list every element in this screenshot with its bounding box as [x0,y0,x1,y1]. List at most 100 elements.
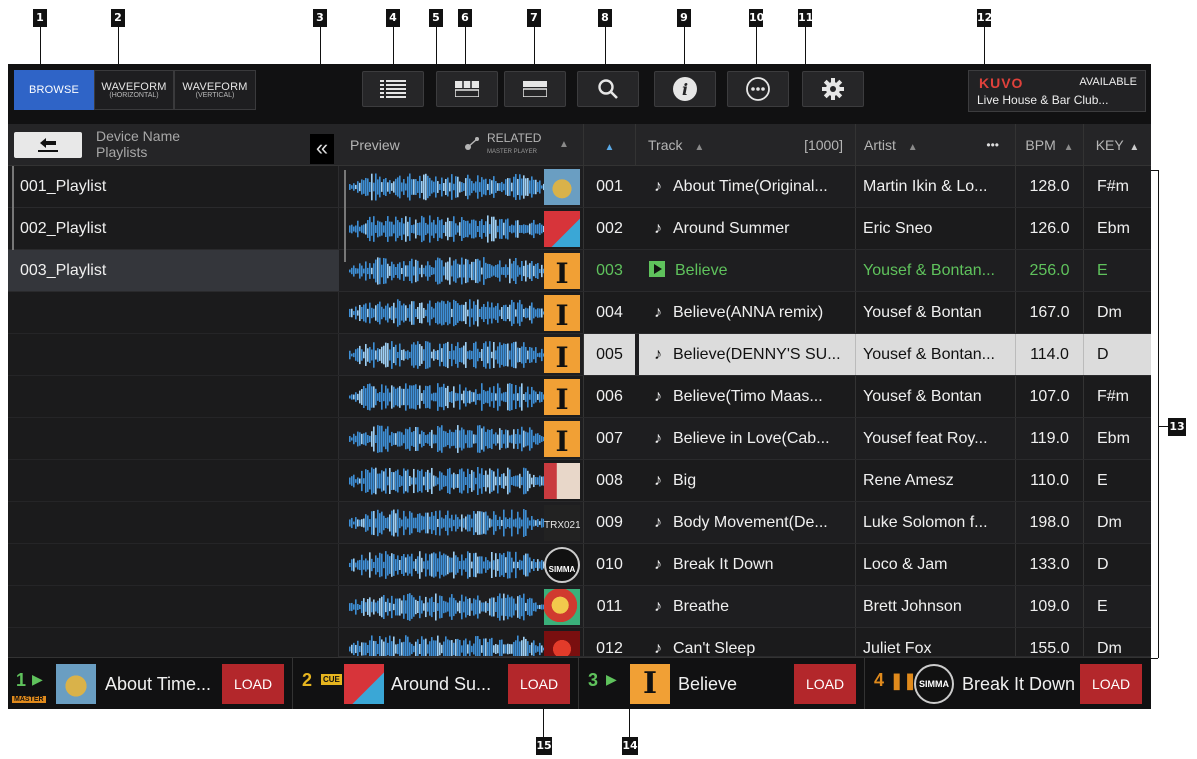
waveform-bar [441,348,443,362]
waveform-bar [355,184,357,190]
preview-waveform[interactable] [349,508,544,538]
waveform-bar [509,258,511,284]
waveform-bar [515,385,517,409]
preview-waveform[interactable] [349,298,544,328]
waveform-bar [535,263,537,279]
split-view-button[interactable] [436,71,498,107]
track-row[interactable]: I 007 ♪ Believe in Love(Cab... Yousef fea… [339,418,1151,460]
waveform-bar [517,302,519,324]
info-button[interactable]: i [654,71,716,107]
kuvo-status-panel[interactable]: KUVO AVAILABLE Live House & Bar Club... [968,70,1146,112]
waveform-bar [353,394,355,400]
related-column-header[interactable]: RELATED MASTER PLAYER ▲ [465,124,575,166]
waveform-bar [369,263,371,279]
waveform-bar [437,635,439,656]
track-row[interactable]: 011 ♪ Breathe Brett Johnson 109.0 E [339,586,1151,628]
waveform-bar [515,220,517,238]
track-row[interactable]: 002 ♪ Around Summer Eric Sneo 126.0 Ebm [339,208,1151,250]
waveform-bar [531,429,533,449]
waveform-bar [357,348,359,362]
load-button-deck-3[interactable]: LOAD [794,664,856,704]
playlist-item[interactable]: 002_Playlist [8,208,339,250]
waveform-bar [391,641,393,656]
load-button-deck-4[interactable]: LOAD [1080,664,1142,704]
playlist-item[interactable]: 001_Playlist [8,166,339,208]
load-button-deck-2[interactable]: LOAD [508,664,570,704]
callout-13: 13 [1168,418,1186,436]
preview-waveform[interactable] [349,256,544,286]
waveform-horizontal-button[interactable]: WAVEFORM (HORIZONTAL) [94,70,174,110]
track-title-cell: ♪ Breathe [639,586,855,627]
preview-waveform[interactable] [349,340,544,370]
waveform-bar [401,432,403,446]
waveform-bar [499,260,501,282]
load-button-deck-1[interactable]: LOAD [222,664,284,704]
playlist-item-selected[interactable]: 003_Playlist [8,250,339,292]
waveform-bar [511,383,513,411]
track-row[interactable]: 001 ♪ About Time(Original... Martin Ikin … [339,166,1151,208]
preview-layout-button[interactable] [504,71,566,107]
preview-waveform[interactable] [349,382,544,412]
more-options-button[interactable] [727,71,789,107]
waveform-bar [355,599,357,615]
track-row[interactable]: SIMMA 010 ♪ Break It Down Loco & Jam 133.… [339,544,1151,586]
waveform-bar [485,557,487,573]
waveform-bar [539,352,541,358]
waveform-bar [407,518,409,528]
track-row[interactable]: 008 ♪ Big Rene Amesz 110.0 E [339,460,1151,502]
bpm-column-header[interactable]: BPM ▲ [1015,124,1083,166]
back-button[interactable] [14,132,82,158]
waveform-bar [521,304,523,322]
waveform-bar [405,516,407,530]
waveform-vertical-button[interactable]: WAVEFORM (VERTICAL) [174,70,256,110]
settings-button[interactable] [802,71,864,107]
waveform-bar [407,388,409,406]
waveform-bar [483,512,485,534]
list-view-button[interactable] [362,71,424,107]
waveform-bar [409,511,411,535]
waveform-bar [467,391,469,403]
waveform-bar [385,258,387,284]
waveform-bar [361,225,363,233]
waveform-bar [509,551,511,579]
waveform-bar [371,635,373,656]
track-row-selected[interactable]: I 005 ♪ Believe(DENNY'S SU... Yousef & Bo… [339,334,1151,376]
waveform-bar [477,393,479,401]
number-column-header[interactable]: ▲ [583,124,635,166]
waveform-bar [381,222,383,236]
waveform-bar [513,429,515,449]
waveform-bar [515,475,517,487]
key-column-header[interactable]: KEY ▲ [1083,124,1151,166]
preview-waveform[interactable] [349,424,544,454]
preview-column-header[interactable]: Preview [350,124,400,166]
collapse-panel-button[interactable]: « [310,134,334,164]
track-row[interactable]: I 006 ♪ Believe(Timo Maas... Yousef & Bon… [339,376,1151,418]
preview-waveform[interactable] [349,550,544,580]
waveform-bar [471,470,473,492]
column-options-icon[interactable]: ••• [986,124,999,166]
preview-waveform[interactable] [349,592,544,622]
waveform-bar [489,179,491,195]
waveform-bar [511,263,513,279]
track-row[interactable]: I 004 ♪ Believe(ANNA remix) Yousef & Bont… [339,292,1151,334]
track-row[interactable]: 012 ♪ Can't Sleep Juliet Fox 155.0 Dm [339,628,1151,657]
artist-column-header[interactable]: Artist ▲ ••• [855,124,1015,166]
search-button[interactable] [577,71,639,107]
waveform-bar [385,220,387,238]
preview-waveform[interactable] [349,214,544,244]
waveform-bar [487,474,489,488]
waveform-bar [357,310,359,316]
waveform-bar [377,179,379,195]
waveform-bar [367,308,369,318]
track-row[interactable]: TRX021 009 ♪ Body Movement(De... Luke Sol… [339,502,1151,544]
track-column-header[interactable]: Track ▲ [1000] [635,124,855,166]
track-row-playing[interactable]: I 003 Believe Yousef & Bontan... 256.0 E [339,250,1151,292]
browse-button[interactable]: BROWSE [14,70,94,110]
preview-waveform[interactable] [349,466,544,496]
preview-scrollbar[interactable] [344,170,346,262]
waveform-bar [411,301,413,325]
preview-waveform[interactable] [349,634,544,656]
playlist-scrollbar[interactable] [12,166,14,250]
preview-waveform[interactable] [349,172,544,202]
waveform-bar [425,638,427,656]
